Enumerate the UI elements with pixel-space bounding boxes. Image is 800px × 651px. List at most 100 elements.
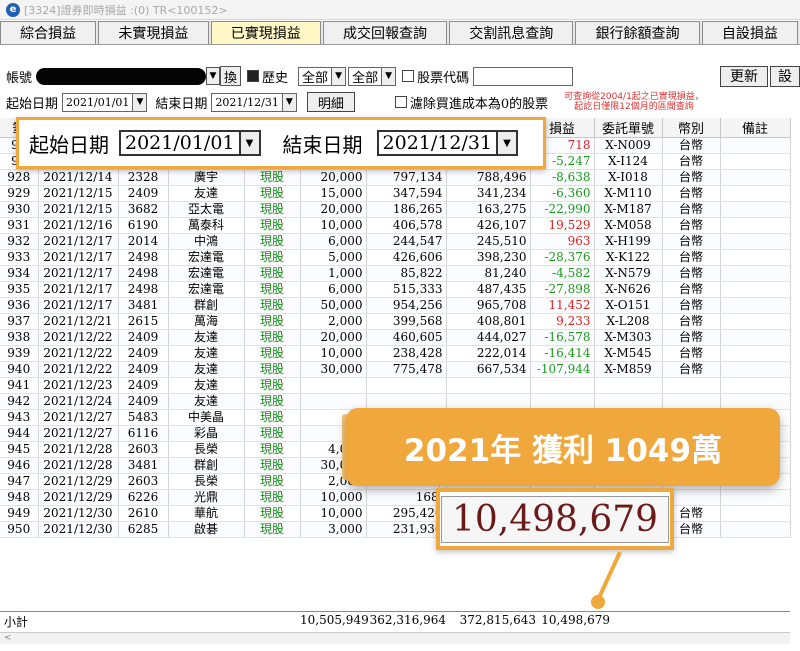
table-cell: 2409 <box>118 185 169 202</box>
update-button[interactable]: 更新 <box>720 65 768 87</box>
exclude-checkbox[interactable] <box>394 95 407 108</box>
table-cell: 426,606 <box>366 249 447 266</box>
table-cell: 群創 <box>168 457 245 474</box>
notice-line-2: 起訖日僅限12個月的區間查詢 <box>574 102 694 112</box>
tab-2[interactable]: 已實現損益 <box>210 21 321 44</box>
tab-3[interactable]: 成交回報查詢 <box>322 21 448 44</box>
table-row[interactable]: 936 2021/12/17 3481 群創 現股 50,000 954,256 965,70… <box>0 297 791 314</box>
stock-code-checkbox-wrap[interactable]: 股票代碼 <box>402 67 469 86</box>
tab-4[interactable]: 交割訊息查詢 <box>449 21 574 44</box>
chevron-down-icon[interactable]: ▼ <box>381 67 396 85</box>
settings-button[interactable]: 設 <box>770 65 800 87</box>
start-date-select[interactable]: 2021/01/01 ▼ <box>62 92 148 112</box>
table-cell <box>720 521 791 538</box>
start-date-label: 起始日期 <box>6 96 59 112</box>
chevron-down-icon[interactable]: ▼ <box>331 67 346 85</box>
filter-select-2[interactable]: 全部 ▼ <box>348 66 397 86</box>
table-cell: X-M545 <box>594 345 663 362</box>
table-cell: -8,638 <box>530 169 595 186</box>
table-cell: 現股 <box>244 201 301 218</box>
table-cell: 2603 <box>118 473 169 490</box>
table-cell: 2021/12/27 <box>38 425 119 442</box>
table-cell: 2021/12/24 <box>38 393 119 410</box>
tab-6[interactable]: 自設損益 <box>701 21 798 44</box>
table-cell: 2328 <box>118 169 169 186</box>
switch-button[interactable]: 換 <box>220 66 242 86</box>
table-cell: 現股 <box>244 377 301 394</box>
table-row[interactable]: 937 2021/12/21 2615 萬海 現股 2,000 399,568 408,801… <box>0 313 791 330</box>
exclude-checkbox-wrap[interactable]: 濾除買進成本為0的股票 <box>394 93 548 112</box>
table-cell: 現股 <box>244 425 301 442</box>
table-cell: -6,360 <box>530 185 595 202</box>
stock-code-checkbox[interactable] <box>402 69 415 82</box>
table-cell: 238,428 <box>366 345 447 362</box>
column-header[interactable]: 委託單號 <box>594 118 663 138</box>
table-cell: 347,594 <box>366 185 447 202</box>
table-cell <box>720 313 791 330</box>
table-cell: 6,000 <box>300 281 367 298</box>
tab-1[interactable]: 未實現損益 <box>98 21 209 44</box>
table-cell: 現股 <box>244 441 301 458</box>
zoom-pnl-value: 10,498,679 <box>440 495 670 543</box>
chevron-left-icon[interactable]: < <box>4 633 12 643</box>
table-cell: 亞太電 <box>168 201 245 218</box>
table-cell <box>446 377 531 394</box>
table-row[interactable]: 939 2021/12/22 2409 友達 現股 10,000 238,428 222,01… <box>0 345 791 362</box>
table-cell: X-N626 <box>594 281 663 298</box>
table-cell: 20,000 <box>300 329 367 346</box>
table-cell: 399,568 <box>366 313 447 330</box>
tab-bar: 綜合損益 未實現損益 已實現損益 成交回報查詢 交割訊息查詢 銀行餘額查詢 自設損益 <box>0 21 800 45</box>
table-cell: 現股 <box>244 169 301 186</box>
table-cell: 2021/12/28 <box>38 441 119 458</box>
chevron-down-icon[interactable]: ▼ <box>281 93 296 111</box>
filter-select-1[interactable]: 全部 ▼ <box>298 66 347 86</box>
table-row[interactable]: 941 2021/12/23 2409 友達 現股 <box>0 377 791 394</box>
table-row[interactable]: 933 2021/12/17 2498 宏達電 現股 5,000 426,606 398,23… <box>0 249 791 266</box>
table-cell <box>720 185 791 202</box>
column-header[interactable]: 幣別 <box>662 118 721 138</box>
table-cell: 台幣 <box>662 153 721 170</box>
detail-button[interactable]: 明細 <box>306 92 355 112</box>
table-cell: 2021/12/22 <box>38 329 119 346</box>
table-row[interactable]: 940 2021/12/22 2409 友達 現股 30,000 775,478 667,53… <box>0 361 791 378</box>
table-cell: X-M058 <box>594 217 663 234</box>
end-date-select[interactable]: 2021/12/31 ▼ <box>211 92 297 112</box>
table-cell: 244,547 <box>366 233 447 250</box>
table-cell <box>720 217 791 234</box>
table-cell: X-M303 <box>594 329 663 346</box>
table-cell: 中鴻 <box>168 233 245 250</box>
table-cell: 945 <box>0 441 39 458</box>
table-cell: 現股 <box>244 265 301 282</box>
table-cell: 20,000 <box>300 169 367 186</box>
table-cell: 2021/12/16 <box>38 217 119 234</box>
table-row[interactable]: 928 2021/12/14 2328 廣宇 現股 20,000 797,134 788,49… <box>0 169 791 186</box>
table-row[interactable]: 935 2021/12/17 2498 宏達電 現股 6,000 515,333 487,43… <box>0 281 791 298</box>
table-row[interactable]: 934 2021/12/17 2498 宏達電 現股 1,000 85,822 81,240-… <box>0 265 791 282</box>
table-cell: 萬泰科 <box>168 217 245 234</box>
chevron-down-icon[interactable]: ▼ <box>132 93 147 111</box>
table-row[interactable]: 932 2021/12/17 2014 中鴻 現股 6,000 244,547 245,510… <box>0 233 791 250</box>
history-checkbox-wrap[interactable]: 歷史 <box>247 67 288 86</box>
account-select-masked[interactable] <box>36 67 207 85</box>
table-cell: 9,233 <box>530 313 595 330</box>
table-cell: 友達 <box>168 329 245 346</box>
tab-0[interactable]: 綜合損益 <box>0 21 97 44</box>
history-checkbox[interactable] <box>247 69 260 82</box>
table-cell: 50,000 <box>300 297 367 314</box>
table-row[interactable]: 938 2021/12/22 2409 友達 現股 20,000 460,605 444,02… <box>0 329 791 346</box>
table-cell: 啟碁 <box>168 521 245 538</box>
tab-5[interactable]: 銀行餘額查詢 <box>575 21 700 44</box>
table-row[interactable]: 930 2021/12/15 3682 亞太電 現股 20,000 186,265 163,2… <box>0 201 791 218</box>
horizontal-scrollbar[interactable]: < <box>0 632 790 644</box>
table-cell: 現股 <box>244 329 301 346</box>
chevron-down-icon[interactable]: ▼ <box>206 67 221 85</box>
table-cell: 2409 <box>118 393 169 410</box>
table-row[interactable]: 931 2021/12/16 6190 萬泰科 現股 10,000 406,578 426,1… <box>0 217 791 234</box>
table-cell: 2409 <box>118 361 169 378</box>
table-cell: 163,275 <box>446 201 531 218</box>
column-header[interactable]: 備註 <box>720 118 791 138</box>
table-cell: 944 <box>0 425 39 442</box>
stock-code-input[interactable] <box>473 66 574 86</box>
table-row[interactable]: 929 2021/12/15 2409 友達 現股 15,000 347,594 341,23… <box>0 185 791 202</box>
chevron-down-icon: ▼ <box>496 132 517 154</box>
